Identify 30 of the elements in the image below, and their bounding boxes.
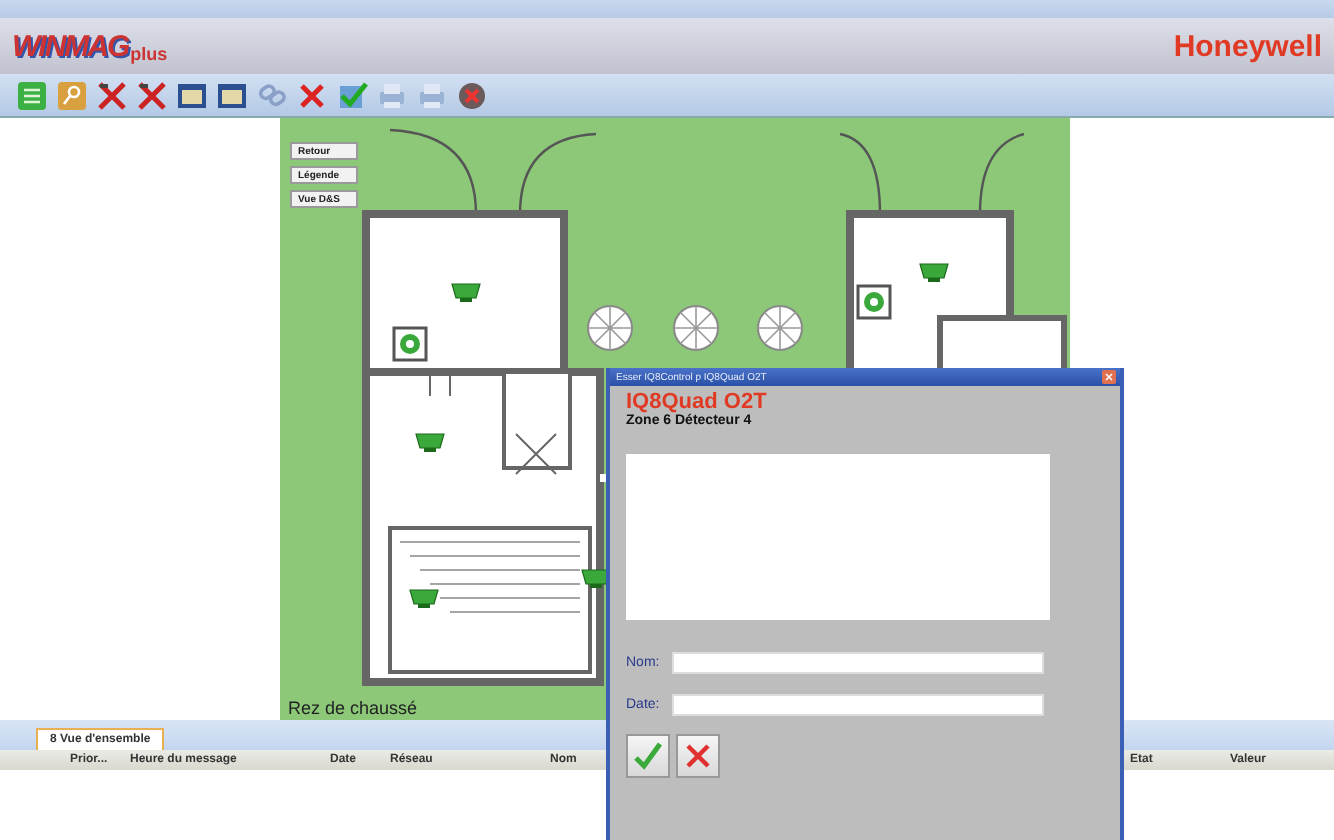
sensor-icon[interactable]: [392, 326, 428, 362]
confirm-button[interactable]: [626, 734, 670, 778]
input-field[interactable]: [672, 652, 1044, 674]
cancel-button[interactable]: [676, 734, 720, 778]
window-icon[interactable]: [216, 79, 248, 111]
floor-label: Rez de chaussé: [288, 698, 418, 718]
close-icon[interactable]: [1102, 370, 1116, 384]
detector-icon[interactable]: [415, 433, 445, 452]
brand-logo: Honeywell: [1173, 29, 1322, 63]
detector-icon[interactable]: [451, 283, 481, 302]
detector-icon[interactable]: [919, 263, 949, 282]
tools-icon[interactable]: [136, 79, 168, 111]
check-icon[interactable]: [336, 79, 368, 111]
logo-text: WINMAG: [12, 29, 129, 63]
list-icon[interactable]: [16, 79, 48, 111]
input-field[interactable]: [672, 694, 1044, 716]
tree-icon: [673, 305, 719, 351]
logo-suffix: plus: [130, 43, 168, 63]
tools-icon[interactable]: [96, 79, 128, 111]
cross-icon: [682, 740, 714, 772]
sensor-icon[interactable]: [856, 284, 892, 320]
cancel-icon[interactable]: [456, 79, 488, 111]
check-icon: [632, 740, 664, 772]
tree-icon: [587, 305, 633, 351]
cross-icon[interactable]: [296, 79, 328, 111]
device-name: IQ8Quad O2T: [626, 390, 769, 414]
window-icon[interactable]: [176, 79, 208, 111]
detector-icon[interactable]: [409, 589, 439, 608]
tree-icon: [757, 305, 803, 351]
comment-field[interactable]: [626, 454, 1050, 620]
